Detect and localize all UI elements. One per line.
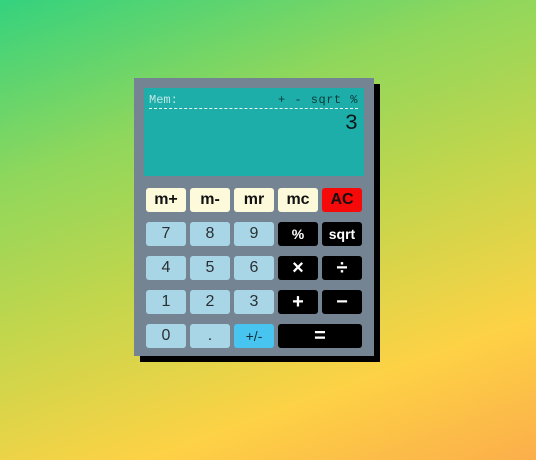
memory-subtract-button[interactable]: m- [190, 188, 230, 212]
digit-5-button[interactable]: 5 [190, 256, 230, 280]
calculator-display: Mem: + - sqrt % 3 [144, 88, 364, 176]
digit-0-button[interactable]: 0 [146, 324, 186, 348]
display-value: 3 [344, 111, 358, 136]
digit-2-button[interactable]: 2 [190, 290, 230, 314]
digit-4-button[interactable]: 4 [146, 256, 186, 280]
digit-1-button[interactable]: 1 [146, 290, 186, 314]
digit-8-button[interactable]: 8 [190, 222, 230, 246]
memory-add-button[interactable]: m+ [146, 188, 186, 212]
digit-9-button[interactable]: 9 [234, 222, 274, 246]
multiply-button[interactable]: × [278, 256, 318, 280]
all-clear-button[interactable]: AC [322, 188, 362, 212]
plus-button[interactable]: + [278, 290, 318, 314]
display-status-bar: Mem: + - sqrt % [149, 92, 358, 109]
calculator: Mem: + - sqrt % 3 m+ m- mr mc AC 7 8 9 %… [134, 78, 374, 356]
digit-3-button[interactable]: 3 [234, 290, 274, 314]
memory-clear-button[interactable]: mc [278, 188, 318, 212]
decimal-button[interactable]: . [190, 324, 230, 348]
sqrt-button[interactable]: sqrt [322, 222, 362, 246]
digit-6-button[interactable]: 6 [234, 256, 274, 280]
memory-recall-button[interactable]: mr [234, 188, 274, 212]
equals-button[interactable]: = [278, 324, 362, 348]
sign-toggle-button[interactable]: +/- [234, 324, 274, 348]
digit-7-button[interactable]: 7 [146, 222, 186, 246]
divide-button[interactable]: ÷ [322, 256, 362, 280]
minus-button[interactable]: − [322, 290, 362, 314]
operators-indicator: + - sqrt % [277, 93, 358, 107]
memory-label: Mem: [149, 93, 178, 107]
percent-button[interactable]: % [278, 222, 318, 246]
